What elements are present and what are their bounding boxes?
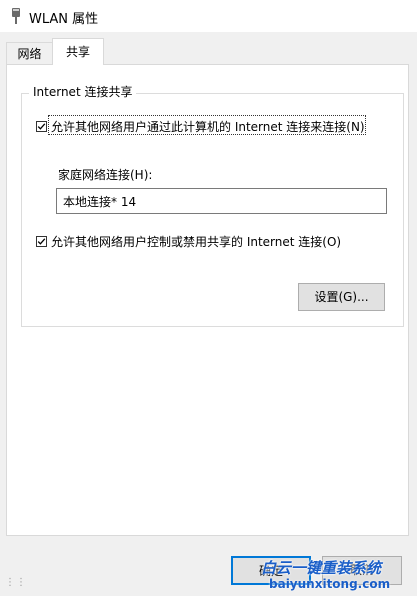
home-network-field[interactable] — [56, 188, 387, 214]
window-title: WLAN 属性 — [29, 12, 99, 27]
tab-sharing[interactable]: 共享 — [52, 38, 104, 65]
home-network-label: 家庭网络连接(H): — [58, 168, 153, 182]
allow-control-checkbox[interactable] — [36, 236, 47, 247]
tab-network[interactable]: 网络 — [6, 42, 53, 64]
checkmark-icon — [37, 238, 46, 245]
group-title: Internet 连接共享 — [29, 83, 137, 100]
wlan-properties-window: WLAN 属性 网络 共享 Internet 连接共享 允许其他网络用户通过此计… — [0, 0, 417, 596]
resize-grip-icon: ⋮⋮ — [5, 577, 27, 588]
checkmark-icon — [37, 123, 46, 130]
allow-connect-label[interactable]: 允许其他网络用户通过此计算机的 Internet 连接来连接(N) — [51, 118, 365, 135]
watermark-logo: 白云一键重装系统 baiyunxitong.com — [261, 557, 411, 593]
settings-button[interactable]: 设置(G)... — [298, 283, 385, 311]
allow-connect-checkbox[interactable] — [36, 121, 47, 132]
watermark-url: baiyunxitong.com — [269, 577, 391, 591]
watermark-title: 白云一键重装系统 — [261, 559, 382, 577]
title-bar: WLAN 属性 — [0, 0, 417, 32]
wifi-adapter-icon — [10, 7, 22, 25]
allow-control-label[interactable]: 允许其他网络用户控制或禁用共享的 Internet 连接(O) — [51, 233, 341, 250]
